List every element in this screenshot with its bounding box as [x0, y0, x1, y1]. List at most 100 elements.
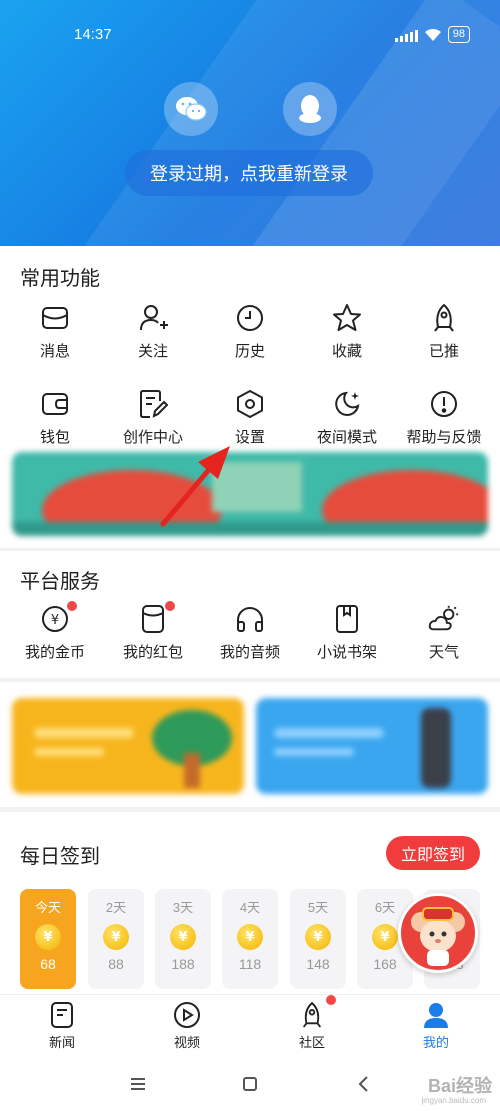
status-time: 14:37	[74, 26, 112, 43]
func-label: 消息	[39, 342, 70, 360]
day-label: 3天	[172, 900, 194, 915]
message-icon	[39, 302, 71, 334]
home-icon[interactable]	[236, 1070, 264, 1098]
func-item-night-mode[interactable]: 夜间模式	[297, 388, 397, 447]
service-label: 我的红包	[122, 643, 183, 661]
signin-day-4: 4天 ¥ 118	[222, 889, 278, 989]
signin-day-5: 5天 ¥ 148	[290, 889, 346, 989]
follow-user-icon	[137, 302, 169, 334]
watermark-url: jingyan.baidu.com	[421, 1096, 486, 1105]
func-label: 帮助与反馈	[406, 428, 482, 446]
platform-services-section: 平台服务 ¥ 我的金币 我的红包 我的音频 小说书架 天气	[0, 551, 500, 678]
day-label: 5天	[307, 900, 329, 915]
profile-header: 14:37 98 登录过期，点我重新登录	[0, 0, 500, 246]
func-item-history[interactable]: 历史	[200, 302, 300, 361]
service-label: 我的金币	[24, 643, 85, 661]
day-reward: 168	[373, 956, 397, 972]
ad-banner-right[interactable]	[256, 698, 488, 794]
rocket-icon	[302, 1002, 322, 1028]
coin-icon: ¥	[170, 924, 196, 950]
news-icon	[51, 1002, 73, 1028]
history-clock-icon	[234, 302, 266, 334]
service-item-my-audio[interactable]: 我的音频	[200, 603, 300, 662]
badge-dot	[67, 601, 77, 611]
func-label: 历史	[234, 342, 265, 360]
tab-mine[interactable]: 我的	[396, 1001, 476, 1051]
day-reward: 118	[238, 956, 262, 972]
bookshelf-icon	[331, 603, 363, 635]
coin-icon: ¥	[305, 924, 331, 950]
service-item-bookshelf[interactable]: 小说书架	[297, 603, 397, 662]
back-icon[interactable]	[349, 1070, 377, 1098]
qq-login-button[interactable]	[283, 82, 337, 136]
day-reward: 148	[306, 956, 330, 972]
help-alert-icon	[428, 388, 460, 420]
day-label: 4天	[239, 900, 261, 915]
bottom-tab-bar: 新闻 视频 社区 我的	[0, 994, 500, 1056]
status-bar: 14:37 98	[0, 24, 500, 46]
rocket-icon	[428, 302, 460, 334]
star-icon	[331, 302, 363, 334]
service-item-my-coins[interactable]: ¥ 我的金币	[5, 601, 105, 662]
section-title: 常用功能	[20, 266, 100, 290]
func-label: 已推	[428, 342, 459, 360]
service-label: 我的音频	[219, 643, 280, 661]
day-label: 今天	[34, 900, 61, 915]
signin-day-2: 2天 ¥ 88	[88, 889, 144, 989]
edit-note-icon	[137, 388, 169, 420]
headphones-icon	[234, 603, 266, 635]
qq-penguin-icon	[299, 95, 321, 123]
coin-icon: ¥	[237, 924, 263, 950]
func-label: 关注	[137, 342, 168, 360]
coin-icon: ¥	[35, 924, 61, 950]
promo-banner[interactable]	[12, 452, 488, 536]
day-reward: 188	[171, 956, 195, 972]
func-item-follow[interactable]: 关注	[103, 302, 203, 361]
badge-dot	[165, 601, 175, 611]
mascot-floating-button[interactable]	[398, 893, 478, 973]
service-item-red-packet[interactable]: 我的红包	[103, 601, 203, 662]
func-item-favorites[interactable]: 收藏	[297, 302, 397, 361]
func-item-pushed[interactable]: 已推	[394, 302, 494, 361]
red-packet-icon	[137, 601, 175, 635]
func-item-messages[interactable]: 消息	[5, 302, 105, 361]
func-item-wallet[interactable]: 钱包	[5, 388, 105, 447]
relogin-button[interactable]: 登录过期，点我重新登录	[125, 150, 373, 196]
tab-video[interactable]: 视频	[147, 1001, 227, 1051]
tab-community[interactable]: 社区	[272, 995, 352, 1051]
func-label: 收藏	[331, 342, 362, 360]
coin-icon: ¥	[372, 924, 398, 950]
service-item-weather[interactable]: 天气	[394, 603, 494, 662]
service-label: 小说书架	[316, 643, 377, 661]
day-reward: 68	[40, 956, 56, 972]
badge-dot	[326, 995, 336, 1005]
wechat-login-button[interactable]	[164, 82, 218, 136]
mascot-mouse-icon	[411, 907, 465, 966]
gold-coin-icon: ¥	[39, 601, 77, 635]
svg-text:¥: ¥	[51, 613, 59, 628]
tab-label: 社区	[298, 1036, 325, 1051]
signin-now-button[interactable]: 立即签到	[386, 836, 480, 870]
func-item-settings[interactable]: 设置	[200, 388, 300, 447]
ad-banner-left[interactable]	[12, 698, 244, 794]
wechat-icon	[176, 97, 207, 121]
func-label: 钱包	[39, 428, 70, 446]
wallet-icon	[39, 388, 71, 420]
func-item-creator-center[interactable]: 创作中心	[103, 388, 203, 447]
coin-icon: ¥	[103, 924, 129, 950]
func-label: 创作中心	[122, 428, 183, 446]
day-label: 2天	[105, 900, 127, 915]
signin-day-1: 今天 ¥ 68	[20, 889, 76, 989]
signin-day-3: 3天 ¥ 188	[155, 889, 211, 989]
user-profile-icon	[424, 1003, 448, 1028]
ad-banners-section	[0, 682, 500, 807]
tab-news[interactable]: 新闻	[22, 1001, 102, 1051]
tab-label: 新闻	[48, 1036, 75, 1051]
day-label: 6天	[374, 900, 396, 915]
signal-icon	[394, 28, 418, 42]
wifi-icon	[424, 28, 442, 42]
menu-icon[interactable]	[124, 1070, 152, 1098]
tab-label: 我的	[422, 1036, 449, 1051]
tab-label: 视频	[173, 1036, 200, 1051]
func-item-help-feedback[interactable]: 帮助与反馈	[394, 388, 494, 447]
